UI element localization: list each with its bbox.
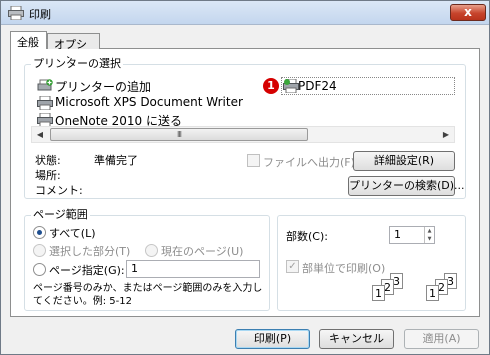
close-button[interactable]: x	[450, 4, 486, 21]
find-printer-button[interactable]: プリンターの検索(D)...	[348, 176, 465, 196]
printer-list-scrollbar[interactable]: ◀ III ▶	[31, 126, 455, 143]
apply-button[interactable]: 適用(A)	[404, 329, 479, 349]
copies-spinner[interactable]: ▲ ▼	[424, 227, 434, 243]
collate-checkbox[interactable]: ✓	[286, 260, 299, 273]
printer-item-add[interactable]: プリンターの追加	[37, 78, 237, 94]
page-range-hint: ページ番号のみか、またはページ範囲のみを入力してください。例: 5-12	[33, 283, 263, 307]
callout-badge: 1	[263, 78, 279, 94]
page-range-current-radio[interactable]	[145, 244, 158, 257]
printer-group-label: プリンターの選択	[31, 57, 123, 70]
comment-label: コメント:	[35, 184, 83, 197]
spin-up-icon[interactable]: ▲	[425, 227, 434, 235]
printer-item-pdf24[interactable]: PDF24	[281, 77, 455, 95]
page-range-all-radio[interactable]	[33, 226, 46, 239]
collate-illustration-icon: 3 2 1	[425, 273, 465, 303]
add-printer-icon	[37, 79, 53, 91]
print-dialog: 印刷 x 全般 オプション プリンターの選択 プリンターの追加 Microsof…	[0, 0, 490, 355]
scroll-left-arrow-icon[interactable]: ◀	[32, 127, 48, 142]
printer-icon	[37, 113, 53, 127]
printer-item-label: Microsoft XPS Document Writer	[55, 95, 243, 109]
scroll-right-arrow-icon[interactable]: ▶	[438, 127, 454, 142]
pdf-printer-icon	[283, 79, 299, 93]
page-range-all-label: すべて(L)	[49, 227, 96, 240]
preferences-button[interactable]: 詳細設定(R)	[353, 151, 455, 171]
cancel-button[interactable]: キャンセル	[319, 329, 394, 349]
page-range-label: ページ範囲	[31, 208, 90, 221]
printer-item-label: プリンターの追加	[55, 80, 152, 94]
title-bar: 印刷 x	[1, 1, 489, 25]
collate-illustration-icon: 3 2 1	[371, 273, 411, 303]
printer-icon	[37, 96, 53, 110]
printer-icon	[8, 6, 24, 20]
printer-item-xps[interactable]: Microsoft XPS Document Writer	[37, 95, 267, 111]
status-value: 準備完了	[94, 154, 138, 167]
window-title: 印刷	[29, 8, 51, 21]
page-range-input[interactable]: 1	[126, 260, 260, 278]
copies-label: 部数(C):	[286, 230, 328, 243]
page-range-selection-label: 選択した部分(T)	[49, 245, 131, 258]
tab-options[interactable]: オプション	[47, 33, 100, 67]
page-range-current-label: 現在のページ(U)	[161, 245, 244, 258]
printer-item-label: PDF24	[298, 79, 337, 93]
spin-down-icon[interactable]: ▼	[425, 235, 434, 243]
scroll-thumb[interactable]: III	[50, 128, 308, 141]
print-button[interactable]: 印刷(P)	[235, 329, 310, 349]
page-range-pages-label: ページ指定(G):	[49, 264, 125, 277]
print-to-file-checkbox[interactable]	[247, 154, 260, 167]
tab-general[interactable]: 全般	[10, 31, 47, 49]
status-label: 状態:	[35, 154, 61, 167]
location-label: 場所:	[35, 169, 61, 182]
page-range-pages-radio[interactable]	[33, 263, 46, 276]
print-to-file-label: ファイルへ出力(F)	[263, 156, 355, 169]
page-range-selection-radio[interactable]	[33, 244, 46, 257]
